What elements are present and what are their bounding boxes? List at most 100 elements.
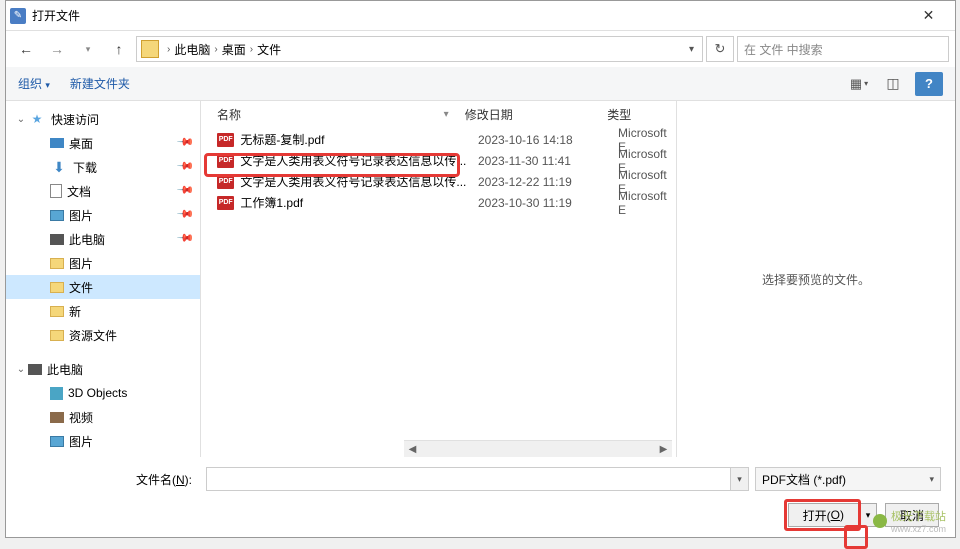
folder-icon (50, 258, 64, 269)
close-button[interactable]: ✕ (906, 2, 951, 30)
scroll-left-icon[interactable]: ◀ (404, 441, 421, 457)
tree-label: 视频 (69, 409, 200, 426)
recent-dropdown[interactable]: ▾ (74, 35, 102, 63)
file-date: 2023-11-30 11:41 (478, 154, 618, 168)
horizontal-scrollbar[interactable]: ◀ ▶ (404, 440, 672, 457)
file-name: 文字是人类用表义符号记录表达信息以传... (240, 173, 478, 190)
chevron-icon: › (250, 44, 253, 55)
tree-item[interactable]: ⬇下载📌 (6, 155, 200, 179)
sort-indicator-icon: ▾ (444, 109, 449, 120)
tree-item[interactable]: 新 (6, 299, 200, 323)
pin-icon: 📌 (176, 132, 198, 154)
open-button-group: 打开(O) ▾ (788, 503, 877, 527)
column-header-type[interactable]: 类型 (607, 106, 676, 123)
column-header-name[interactable]: 名称▾ (217, 106, 465, 123)
tree-label: 图片 (69, 433, 200, 450)
column-headers: 名称▾ 修改日期 类型 (201, 101, 676, 129)
file-row[interactable]: PDF文字是人类用表义符号记录表达信息以传...2023-11-30 11:41… (201, 150, 676, 171)
back-button[interactable]: ← (12, 35, 40, 63)
folder-icon (50, 306, 64, 317)
tree-group[interactable]: ⌄ 此电脑 (6, 357, 200, 381)
refresh-button[interactable]: ↻ (706, 36, 734, 62)
tree-item[interactable]: 文档📌 (6, 179, 200, 203)
tree-label: 此电脑 (69, 231, 178, 248)
help-button[interactable]: ? (915, 72, 943, 96)
tree-label: 资源文件 (69, 327, 200, 344)
tree-item[interactable]: 资源文件 (6, 323, 200, 347)
tree-label: 文件 (69, 279, 200, 296)
preview-empty-text: 选择要预览的文件。 (762, 271, 870, 288)
pdf-icon: PDF (217, 154, 234, 168)
annotation-highlight (844, 525, 868, 549)
tree-item[interactable]: 图片📌 (6, 203, 200, 227)
breadcrumb[interactable]: › 此电脑 › 桌面 › 文件 ▾ (136, 36, 703, 62)
preview-pane: 选择要预览的文件。 (676, 101, 955, 457)
search-input[interactable]: 在 文件 中搜索 (737, 36, 949, 62)
breadcrumb-item[interactable]: 桌面 (222, 41, 246, 58)
download-icon: ⬇ (50, 158, 68, 176)
view-mode-button[interactable]: ▦ ▾ (847, 72, 871, 96)
pdf-icon: PDF (217, 196, 234, 210)
filename-input[interactable] (206, 467, 731, 491)
tree-item[interactable]: 文件 (6, 275, 200, 299)
watermark-logo-icon (873, 514, 887, 528)
file-list: 名称▾ 修改日期 类型 PDF 无标题-复制.pdf2023-10-16 14:1… (201, 101, 676, 457)
doc-icon (50, 184, 62, 198)
tree-item[interactable]: 图片 (6, 251, 200, 275)
file-date: 2023-10-16 14:18 (478, 133, 618, 147)
video-icon (50, 412, 64, 423)
expand-icon[interactable]: ⌄ (14, 364, 28, 375)
desktop-icon (50, 138, 64, 148)
tree-item[interactable]: 桌面📌 (6, 131, 200, 155)
pic-icon (50, 436, 64, 447)
window-title: 打开文件 (32, 7, 906, 24)
tree-label: 新 (69, 303, 200, 320)
file-date: 2023-12-22 11:19 (478, 175, 618, 189)
star-icon: ★ (28, 110, 46, 128)
dialog-footer: 文件名(N): ▾ PDF文档 (*.pdf) ▾ 打开(O) ▾ 取消 (6, 457, 955, 537)
new-folder-button[interactable]: 新建文件夹 (70, 75, 130, 92)
tree-label: 下载 (73, 159, 178, 176)
titlebar: ✎ 打开文件 ✕ (6, 1, 955, 31)
file-row[interactable]: PDF无标题-复制.pdf2023-10-16 14:18Microsoft E (201, 129, 676, 150)
file-type-filter[interactable]: PDF文档 (*.pdf) ▾ (755, 467, 941, 491)
breadcrumb-history-dropdown[interactable]: ▾ (685, 44, 698, 55)
column-header-date[interactable]: 修改日期 (465, 106, 608, 123)
pin-icon: 📌 (176, 228, 198, 250)
up-button[interactable]: ↑ (105, 35, 133, 63)
filename-label: 文件名(N): (20, 471, 200, 488)
tree-label: 图片 (69, 255, 200, 272)
tree-item[interactable]: 此电脑📌 (6, 227, 200, 251)
expand-icon[interactable]: ⌄ (14, 114, 28, 125)
breadcrumb-item[interactable]: 文件 (257, 41, 281, 58)
scroll-right-icon[interactable]: ▶ (655, 441, 672, 457)
tree-label: 桌面 (69, 135, 178, 152)
tree-item[interactable]: 视频 (6, 405, 200, 429)
toolbar: 组织 ▾ 新建文件夹 ▦ ▾ ◫ ? (6, 67, 955, 101)
tree-label: 图片 (69, 207, 178, 224)
file-row[interactable]: PDF工作簿1.pdf2023-10-30 11:19Microsoft E (201, 192, 676, 213)
chevron-icon: › (214, 44, 217, 55)
preview-pane-toggle[interactable]: ◫ (881, 72, 905, 96)
pc-icon (28, 364, 42, 375)
3d-icon (50, 387, 63, 400)
pin-icon: 📌 (176, 204, 198, 226)
tree-item[interactable]: 3D Objects (6, 381, 200, 405)
file-date: 2023-10-30 11:19 (478, 196, 618, 210)
watermark-url: www.xz7.com (891, 524, 946, 534)
filename-history-dropdown[interactable]: ▾ (731, 467, 749, 491)
file-name: 无标题-复制.pdf (240, 131, 478, 148)
chevron-down-icon: ▾ (929, 474, 934, 485)
pic-icon (50, 210, 64, 221)
file-row[interactable]: PDF文字是人类用表义符号记录表达信息以传...2023-12-22 11:19… (201, 171, 676, 192)
tree-group[interactable]: ⌄★快速访问 (6, 107, 200, 131)
nav-bar: ← → ▾ ↑ › 此电脑 › 桌面 › 文件 ▾ ↻ 在 文件 中搜索 (6, 31, 955, 67)
tree-label: 此电脑 (47, 361, 200, 378)
open-button[interactable]: 打开(O) (788, 503, 859, 527)
forward-button[interactable]: → (43, 35, 71, 63)
organize-menu[interactable]: 组织 ▾ (18, 75, 50, 92)
pdf-icon: PDF (217, 133, 234, 147)
tree-item[interactable]: 图片 (6, 429, 200, 453)
breadcrumb-item[interactable]: 此电脑 (174, 41, 210, 58)
tree-label: 3D Objects (68, 386, 200, 400)
